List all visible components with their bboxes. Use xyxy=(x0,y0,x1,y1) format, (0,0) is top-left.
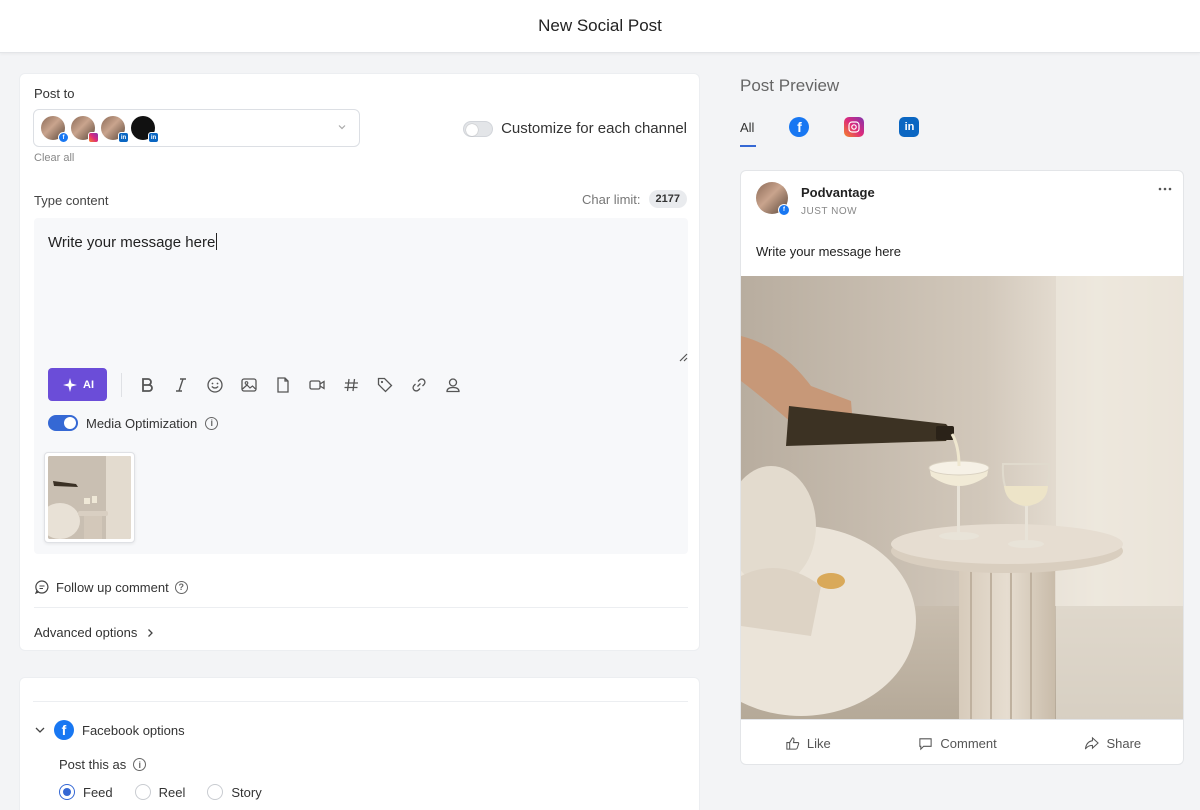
radio-feed[interactable]: Feed xyxy=(59,784,113,800)
chevron-right-icon xyxy=(148,628,154,637)
preview-card: f Podvantage JUST NOW Write your message… xyxy=(740,170,1184,765)
linkedin-badge-icon: in xyxy=(118,132,129,143)
char-limit-label: Char limit: xyxy=(582,191,641,207)
facebook-badge-icon: f xyxy=(778,204,790,216)
share-icon xyxy=(1085,736,1100,749)
image-icon[interactable] xyxy=(232,372,266,398)
linkedin-icon: in xyxy=(899,117,920,137)
channel-avatar-linkedin-page[interactable]: in xyxy=(131,116,159,143)
comment-label: Comment xyxy=(940,735,997,751)
tab-linkedin[interactable]: in xyxy=(899,113,920,141)
editor-toolbar: AI xyxy=(48,368,470,401)
info-icon[interactable]: i xyxy=(205,416,219,430)
post-as-row: Post this as i xyxy=(59,757,147,772)
like-label: Like xyxy=(806,735,831,751)
preview-title: Post Preview xyxy=(740,76,840,95)
like-button[interactable]: Like xyxy=(785,736,831,751)
facebook-badge-icon: f xyxy=(58,132,69,143)
channel-select[interactable]: f in in xyxy=(33,109,360,147)
channel-avatar-instagram[interactable] xyxy=(71,116,99,143)
comment-icon xyxy=(34,580,49,595)
divider xyxy=(34,607,688,608)
radio-reel[interactable]: Reel xyxy=(134,784,186,800)
radio-feed-label: Feed xyxy=(83,784,113,800)
post-to-label: Post to xyxy=(34,86,75,101)
thumbs-up-icon xyxy=(786,736,800,750)
preview-tabs: All f in xyxy=(740,113,954,147)
post-as-label: Post this as xyxy=(59,757,127,772)
tab-all-label: All xyxy=(740,119,755,135)
document-icon[interactable] xyxy=(266,372,300,398)
tag-icon[interactable] xyxy=(368,372,402,398)
media-optimization-label: Media Optimization xyxy=(86,415,198,431)
resize-handle-icon[interactable] xyxy=(676,350,688,365)
comment-icon xyxy=(919,737,933,750)
emoji-icon[interactable] xyxy=(198,372,232,398)
comment-button[interactable]: Comment xyxy=(918,735,997,751)
account-name: Podvantage xyxy=(801,185,875,200)
thumbnail-image xyxy=(48,456,131,539)
ai-label: AI xyxy=(83,378,94,391)
ai-button[interactable]: AI xyxy=(48,368,107,401)
follow-up-label: Follow up comment xyxy=(56,579,169,595)
bold-icon[interactable] xyxy=(130,372,164,398)
video-icon[interactable] xyxy=(300,372,334,398)
facebook-icon: f xyxy=(789,117,810,137)
tab-facebook[interactable]: f xyxy=(789,113,810,141)
toolbar-divider xyxy=(121,372,122,397)
customize-label: Customize for each channel xyxy=(501,120,687,137)
post-image xyxy=(741,276,1183,719)
divider xyxy=(33,701,688,702)
facebook-options-title: Facebook options xyxy=(82,722,185,738)
customize-toggle-row: Customize for each channel xyxy=(463,120,687,137)
post-type-radios: Feed Reel Story xyxy=(59,784,262,800)
more-options-icon[interactable] xyxy=(1157,181,1173,202)
share-button[interactable]: Share xyxy=(1084,736,1141,751)
preview-message: Write your message here xyxy=(756,244,901,259)
follow-up-comment-row[interactable]: Follow up comment ? xyxy=(34,579,188,595)
media-optimization-toggle[interactable] xyxy=(48,415,78,431)
post-actions: Like Comment Share xyxy=(741,719,1183,764)
facebook-options-header[interactable]: f Facebook options xyxy=(34,720,185,740)
facebook-options-card: f Facebook options Post this as i Feed R… xyxy=(19,677,700,810)
radio-story-label: Story xyxy=(231,784,262,800)
chevron-down-icon xyxy=(35,727,45,733)
char-limit-badge: 2177 xyxy=(648,190,687,208)
advanced-options-row[interactable]: Advanced options xyxy=(34,625,155,640)
type-content-label: Type content xyxy=(34,193,109,208)
tab-instagram[interactable] xyxy=(844,113,865,141)
facebook-icon: f xyxy=(54,720,74,740)
help-icon[interactable]: ? xyxy=(174,580,188,594)
message-text[interactable]: Write your message here xyxy=(48,233,217,251)
info-icon[interactable]: i xyxy=(133,758,147,771)
char-limit: Char limit: 2177 xyxy=(582,190,687,208)
radio-story[interactable]: Story xyxy=(207,784,262,800)
channel-avatar-linkedin[interactable]: in xyxy=(101,116,129,143)
page-title: New Social Post xyxy=(538,16,662,35)
instagram-icon xyxy=(844,117,865,137)
chevron-down-icon[interactable] xyxy=(337,122,347,135)
preview-avatar: f xyxy=(756,182,790,216)
italic-icon[interactable] xyxy=(164,372,198,398)
link-icon[interactable] xyxy=(402,372,436,398)
media-thumbnail[interactable] xyxy=(44,452,135,543)
instagram-badge-icon xyxy=(88,132,99,143)
post-time: JUST NOW xyxy=(801,206,858,217)
customize-toggle[interactable] xyxy=(463,120,494,137)
share-label: Share xyxy=(1106,735,1142,751)
media-optimization-row: Media Optimization i xyxy=(48,415,219,431)
sparkle-icon xyxy=(63,377,77,392)
top-bar: New Social Post xyxy=(0,0,1200,53)
message-editor[interactable]: Write your message here AI Media Optimiz… xyxy=(34,218,688,554)
channel-avatar-facebook[interactable]: f xyxy=(41,116,69,143)
hashtag-icon[interactable] xyxy=(334,372,368,398)
advanced-options-label: Advanced options xyxy=(34,625,138,640)
linkedin-badge-icon: in xyxy=(148,132,159,143)
compose-card: Post to f in in Clear all Customize for … xyxy=(19,73,700,651)
tab-all[interactable]: All xyxy=(740,113,757,147)
radio-reel-label: Reel xyxy=(158,784,186,800)
clear-all-link[interactable]: Clear all xyxy=(34,152,74,164)
location-icon[interactable] xyxy=(436,372,470,398)
